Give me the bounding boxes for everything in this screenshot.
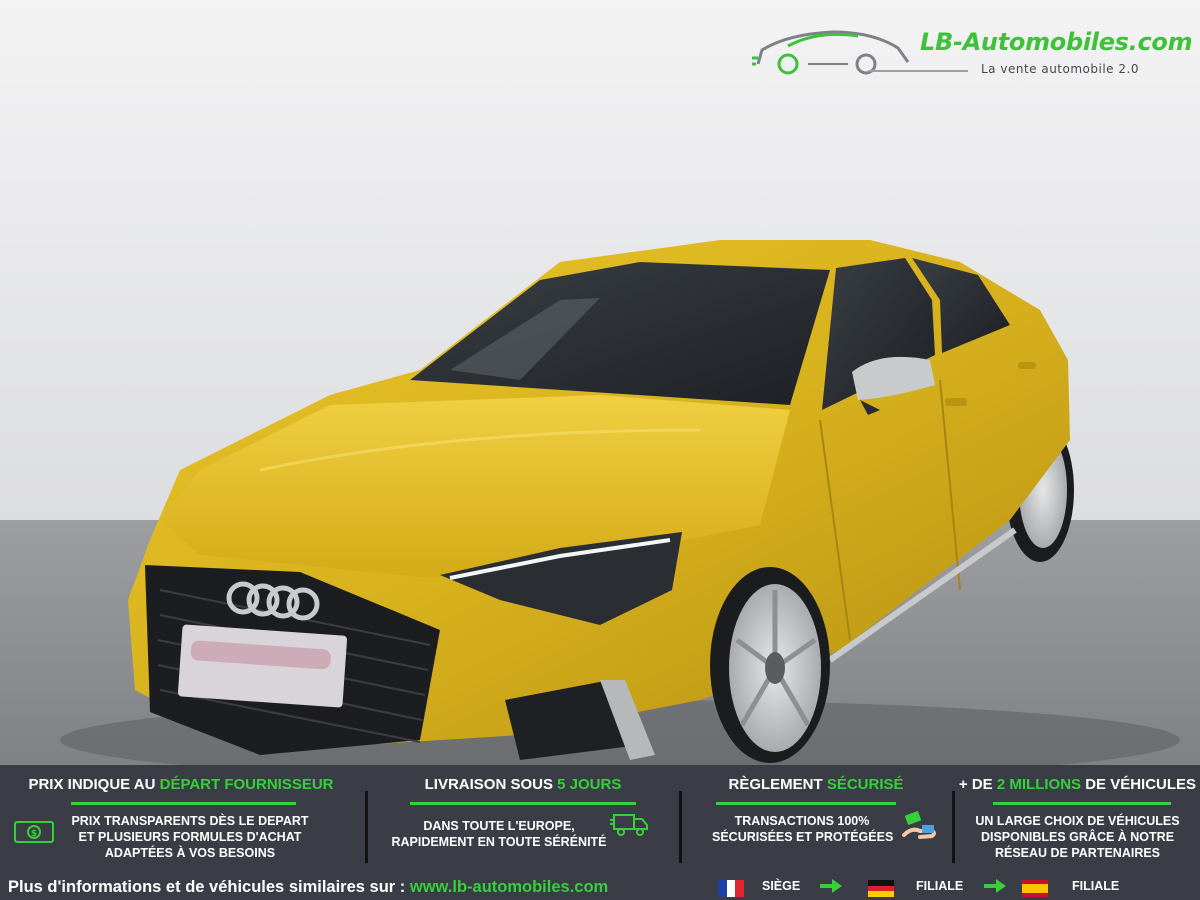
svg-text:$: $ [31, 829, 37, 839]
feature-title: PRIX INDIQUE AU DÉPART FOURNISSEUR [28, 776, 334, 793]
car-logo-icon [752, 30, 910, 75]
spain-flag-icon [1022, 880, 1048, 897]
france-flag-icon [718, 880, 744, 897]
feature-price: PRIX INDIQUE AU DÉPART FOURNISSEUR $ PRI… [0, 765, 362, 870]
feature-underline [993, 802, 1171, 805]
arrow-right-icon [820, 879, 842, 893]
feature-delivery: LIVRAISON SOUS 5 JOURS DANS TOUTE L'EURO… [368, 765, 678, 870]
brand-logo[interactable]: LB-Automobiles.com La vente automobile 2… [748, 22, 1200, 82]
feature-description: UN LARGE CHOIX DE VÉHICULES DISPONIBLES … [975, 814, 1180, 860]
feature-title: + DE 2 MILLIONS DE VÉHICULES [958, 776, 1197, 793]
feature-description: PRIX TRANSPARENTS DÈS LE DEPART ET PLUSI… [71, 814, 309, 860]
location-label: FILIALE [916, 879, 964, 893]
feature-description: TRANSACTIONS 100% SÉCURISÉES ET PROTÉGÉE… [712, 814, 894, 844]
feature-underline [410, 802, 636, 805]
feature-description: DANS TOUTE L'EUROPE, RAPIDEMENT EN TOUTE… [391, 819, 607, 849]
delivery-truck-icon [610, 811, 650, 844]
feature-payment: RÈGLEMENT SÉCURISÉ TRANSACTIONS 100% SÉC… [682, 765, 950, 870]
feature-title: RÈGLEMENT SÉCURISÉ [728, 776, 904, 793]
website-link[interactable]: www.lb-automobiles.com [410, 878, 608, 896]
feature-band: PRIX INDIQUE AU DÉPART FOURNISSEUR $ PRI… [0, 765, 1200, 900]
feature-underline [716, 802, 896, 805]
payment-hand-icon [902, 811, 938, 850]
feature-underline [71, 802, 296, 805]
logo-divider [868, 70, 968, 72]
feature-title: LIVRAISON SOUS 5 JOURS [424, 776, 622, 793]
arrow-right-icon [984, 879, 1006, 893]
money-icon: $ [14, 819, 54, 850]
location-label: SIÈGE [762, 879, 801, 893]
location-label: FILIALE [1072, 879, 1120, 893]
germany-flag-icon [868, 880, 894, 897]
logo-title: LB-Automobiles.com [920, 28, 1193, 56]
car-photo [0, 0, 1200, 765]
feature-vehicles: + DE 2 MILLIONS DE VÉHICULES UN LARGE CH… [955, 765, 1200, 870]
logo-tagline: La vente automobile 2.0 [981, 62, 1139, 76]
info-line: Plus d'informations et de véhicules simi… [8, 878, 609, 896]
